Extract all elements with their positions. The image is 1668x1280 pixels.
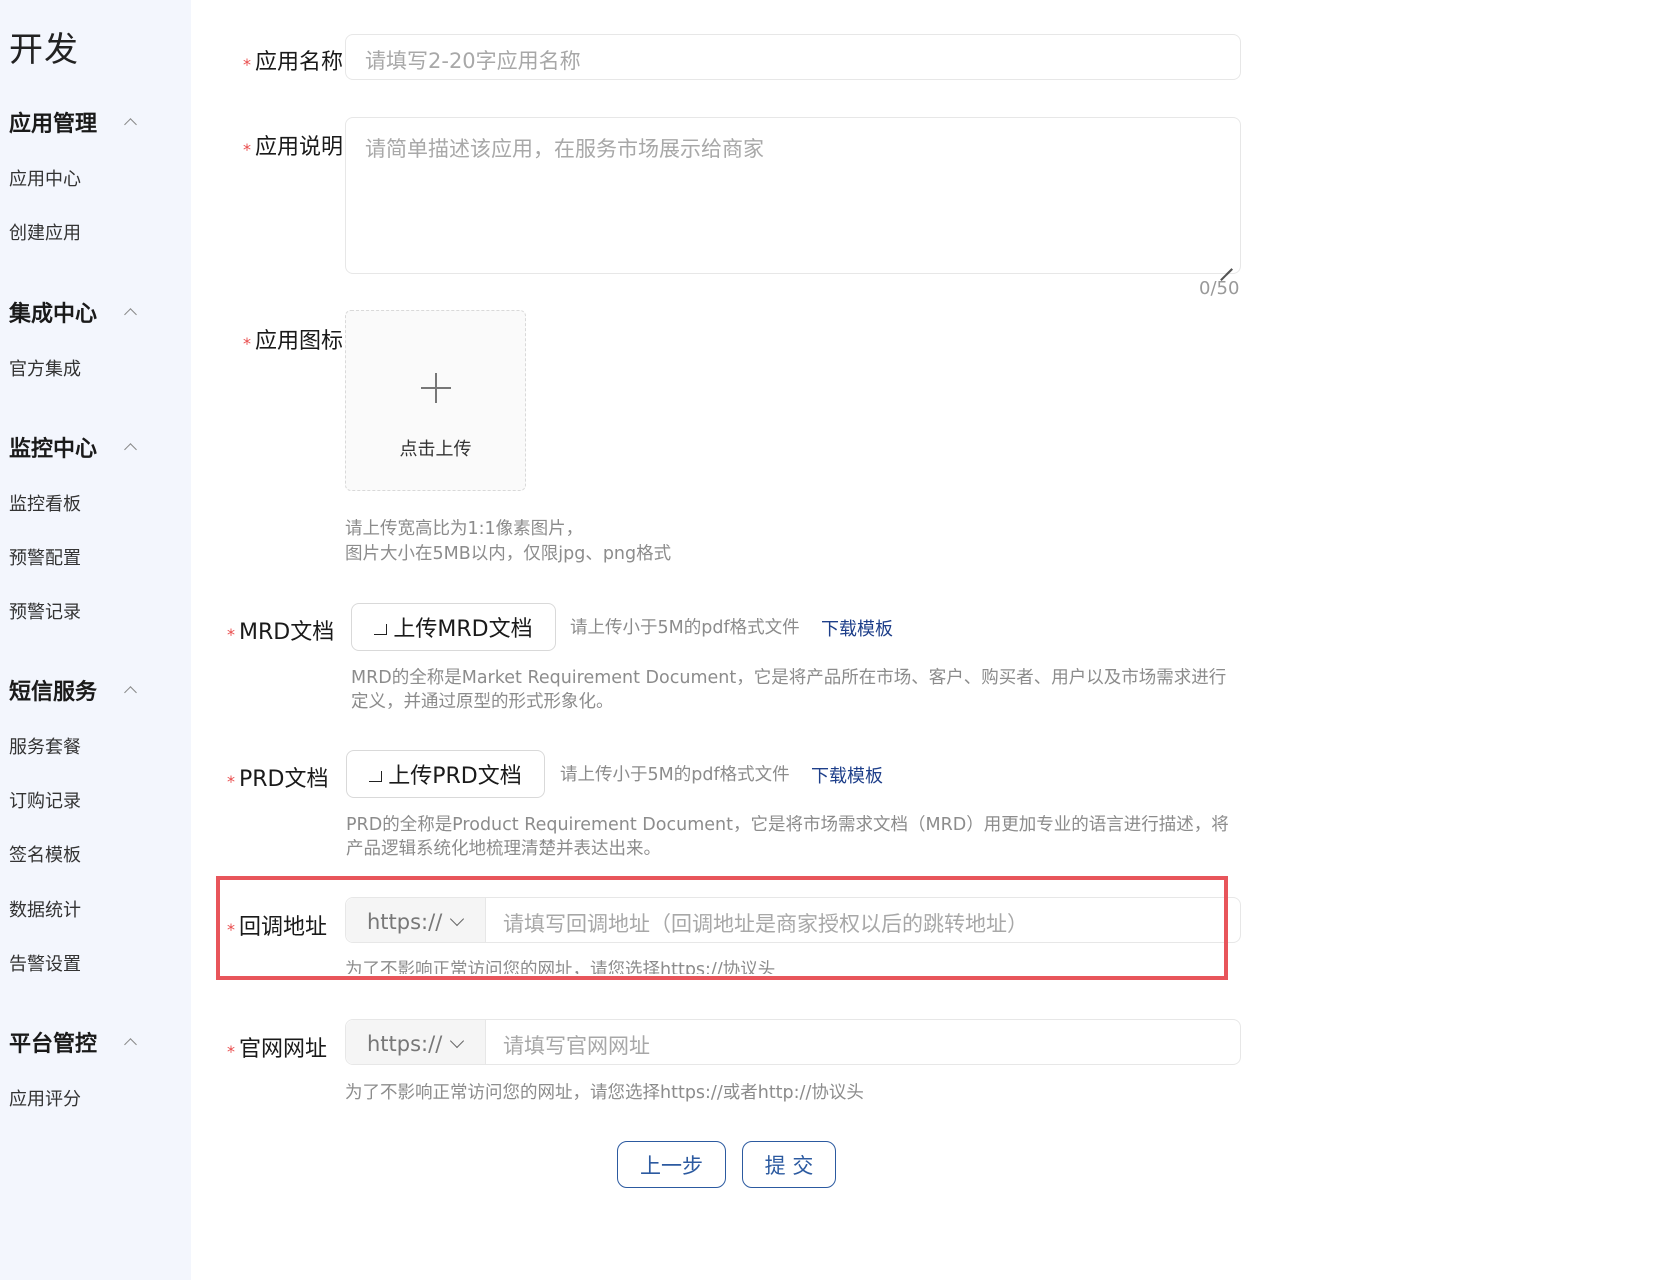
required-mark: *	[243, 55, 251, 74]
website-placeholder: 请填写官网网址	[503, 1034, 650, 1058]
sidebar-item-alert-config[interactable]: 预警配置	[9, 544, 81, 570]
plus-icon	[420, 373, 451, 403]
icon-hint-line2: 图片大小在5MB以内，仅限jpg、png格式	[345, 544, 672, 564]
prd-desc-line1: PRD的全称是Product Requirement Document，它是将市…	[346, 815, 1229, 835]
required-mark: *	[227, 625, 235, 644]
required-mark: *	[227, 772, 235, 791]
chevron-down-icon	[449, 1033, 465, 1049]
sidebar-item-monitor-board[interactable]: 监控看板	[9, 490, 81, 516]
resize-handle-icon[interactable]	[1220, 257, 1232, 269]
sidebar-group-integration-center[interactable]: 集成中心	[9, 296, 97, 328]
submit-button[interactable]: 提 交	[742, 1141, 836, 1188]
sidebar-group-monitor-center[interactable]: 监控中心	[9, 431, 97, 463]
sidebar-group-sms-service[interactable]: 短信服务	[9, 674, 97, 706]
app-desc-label: * 应用说明	[243, 135, 344, 160]
upload-icon	[369, 770, 383, 782]
mrd-download-template-link[interactable]: 下载模板	[821, 615, 893, 641]
sidebar-group-platform-control[interactable]: 平台管控	[9, 1026, 97, 1058]
app-name-label: * 应用名称	[243, 50, 344, 75]
prev-button[interactable]: 上一步	[617, 1141, 726, 1188]
sidebar-item-app-rating[interactable]: 应用评分	[9, 1085, 81, 1111]
upload-prd-button[interactable]: 上传PRD文档	[346, 750, 545, 798]
prd-desc-line2: 产品逻辑系统化地梳理清楚并表达出来。	[346, 839, 661, 859]
app-name-placeholder: 请填写2-20字应用名称	[365, 49, 581, 73]
mrd-desc-line2: 定义，并通过原型的形式形象化。	[351, 692, 614, 712]
sidebar-item-order-records[interactable]: 订购记录	[9, 787, 81, 813]
sidebar-item-alarm-settings[interactable]: 告警设置	[9, 950, 81, 976]
sidebar: 开发 应用管理 应用中心 创建应用 集成中心 官方集成 监控中心 监控看板 预警…	[0, 0, 191, 1280]
upload-mrd-button[interactable]: 上传MRD文档	[351, 603, 556, 651]
sidebar-item-signature-template[interactable]: 签名模板	[9, 841, 81, 867]
mrd-hint: 请上传小于5M的pdf格式文件	[570, 618, 800, 638]
highlight-box	[216, 876, 1228, 980]
char-counter: 0/50	[1199, 278, 1240, 299]
icon-upload-box[interactable]: 点击上传	[345, 310, 526, 491]
sidebar-item-data-statistics[interactable]: 数据统计	[9, 896, 81, 922]
sidebar-item-service-package[interactable]: 服务套餐	[9, 733, 81, 759]
sidebar-item-create-app[interactable]: 创建应用	[9, 219, 81, 245]
form-container: * 应用名称 请填写2-20字应用名称 * 应用说明 请简单描述该应用，在服务市场展…	[191, 0, 1668, 1280]
required-mark: *	[243, 140, 251, 159]
sidebar-group-app-management[interactable]: 应用管理	[9, 106, 97, 138]
website-hint: 为了不影响正常访问您的网址，请您选择https://或者http://协议头	[345, 1083, 864, 1103]
prd-hint: 请上传小于5M的pdf格式文件	[560, 765, 790, 785]
prd-label: * PRD文档	[227, 767, 329, 792]
sidebar-item-app-center[interactable]: 应用中心	[9, 165, 81, 191]
app-icon-label: * 应用图标	[243, 329, 344, 354]
app-desc-placeholder: 请简单描述该应用，在服务市场展示给商家	[365, 137, 764, 161]
icon-hint-line1: 请上传宽高比为1:1像素图片，	[345, 519, 584, 539]
sidebar-item-alert-records[interactable]: 预警记录	[9, 598, 81, 624]
mrd-desc-line1: MRD的全称是Market Requirement Document，它是将产品…	[351, 668, 1227, 688]
chevron-up-icon[interactable]	[124, 308, 137, 321]
chevron-up-icon[interactable]	[124, 118, 137, 131]
prd-download-template-link[interactable]: 下载模板	[811, 762, 883, 788]
upload-text: 点击上传	[399, 439, 472, 460]
upload-icon	[374, 623, 388, 635]
sidebar-item-official-integration[interactable]: 官方集成	[9, 355, 81, 381]
chevron-up-icon[interactable]	[124, 1038, 137, 1051]
website-protocol-select[interactable]: https://	[346, 1020, 486, 1064]
sidebar-brand: 开发	[9, 30, 79, 70]
required-mark: *	[243, 334, 251, 353]
chevron-up-icon[interactable]	[124, 443, 137, 456]
app-desc-textarea[interactable]: 请简单描述该应用，在服务市场展示给商家	[345, 117, 1241, 274]
required-mark: *	[227, 1042, 235, 1061]
website-url-input[interactable]: https:// 请填写官网网址	[345, 1019, 1241, 1065]
mrd-label: * MRD文档	[227, 620, 335, 645]
chevron-up-icon[interactable]	[124, 686, 137, 699]
app-name-input[interactable]: 请填写2-20字应用名称	[345, 34, 1241, 80]
website-label: * 官网网址	[227, 1037, 328, 1062]
